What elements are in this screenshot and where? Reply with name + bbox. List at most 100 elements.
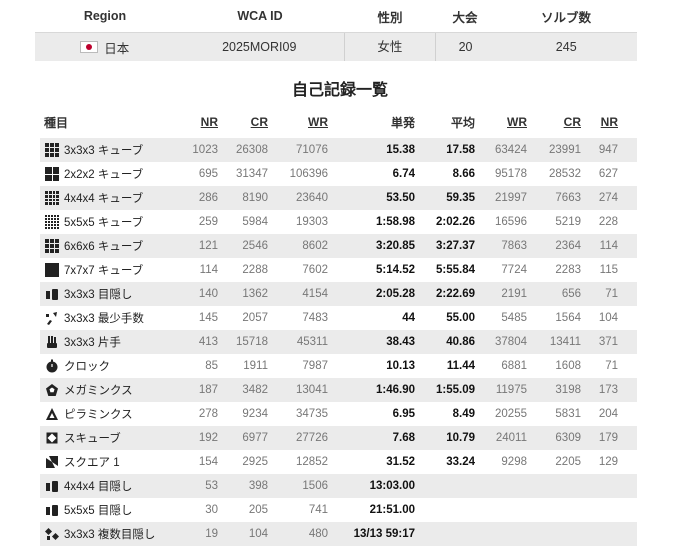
event-cell[interactable]: メガミンクス bbox=[40, 382, 188, 398]
skewb-icon bbox=[44, 430, 60, 446]
event-name[interactable]: 3x3x3 キューブ bbox=[64, 142, 143, 158]
event-cell[interactable]: 3x3x3 最少手数 bbox=[40, 310, 188, 326]
event-name[interactable]: 3x3x3 複数目隠し bbox=[64, 526, 155, 542]
event-cell[interactable]: スクエア 1 bbox=[40, 454, 188, 470]
average-nr-header[interactable]: NR bbox=[581, 115, 624, 129]
single-result[interactable]: 53.50 bbox=[328, 192, 415, 204]
average-nr-rank: 115 bbox=[599, 264, 618, 276]
single-nr-rank: 278 bbox=[198, 408, 218, 420]
single-cr-rank: 1362 bbox=[242, 288, 268, 300]
single-result[interactable]: 7.68 bbox=[328, 432, 415, 444]
event-name[interactable]: 6x6x6 キューブ bbox=[64, 238, 143, 254]
one-handed-icon bbox=[44, 334, 60, 350]
event-name[interactable]: スクエア 1 bbox=[64, 454, 120, 470]
event-cell[interactable]: 3x3x3 キューブ bbox=[40, 142, 188, 158]
single-result[interactable]: 3:20.85 bbox=[328, 240, 415, 252]
average-nr-rank: 274 bbox=[598, 192, 618, 204]
event-name[interactable]: 4x4x4 キューブ bbox=[64, 190, 143, 206]
event-cell[interactable]: 2x2x2 キューブ bbox=[40, 166, 188, 182]
average-nr-rank: 947 bbox=[598, 144, 618, 156]
single-result[interactable]: 1:58.98 bbox=[328, 216, 415, 228]
event-name[interactable]: 5x5x5 キューブ bbox=[64, 214, 143, 230]
average-result[interactable]: 1:55.09 bbox=[415, 384, 475, 396]
single-result[interactable]: 2:05.28 bbox=[328, 288, 415, 300]
event-cell[interactable]: 3x3x3 複数目隠し bbox=[40, 526, 188, 542]
blindfolded-5x5-icon bbox=[44, 502, 60, 518]
average-cr-rank: 28532 bbox=[549, 168, 581, 180]
pyraminx-icon bbox=[44, 406, 60, 422]
event-name[interactable]: ピラミンクス bbox=[64, 406, 133, 422]
average-nr-rank: 173 bbox=[598, 384, 618, 396]
single-result[interactable]: 10.13 bbox=[328, 360, 415, 372]
single-result[interactable]: 38.43 bbox=[328, 336, 415, 348]
average-result[interactable]: 55.00 bbox=[415, 312, 475, 324]
single-wr-header[interactable]: WR bbox=[268, 115, 328, 129]
event-name[interactable]: 2x2x2 キューブ bbox=[64, 166, 143, 182]
single-cr-header[interactable]: CR bbox=[218, 115, 268, 129]
single-wr-rank: 23640 bbox=[296, 192, 328, 204]
event-name[interactable]: メガミンクス bbox=[64, 382, 133, 398]
average-result[interactable]: 33.24 bbox=[415, 456, 475, 468]
event-name[interactable]: 7x7x7 キューブ bbox=[64, 262, 143, 278]
single-nr-rank: 145 bbox=[198, 312, 218, 324]
average-result[interactable]: 3:27.37 bbox=[415, 240, 475, 252]
average-result[interactable]: 8.66 bbox=[415, 168, 475, 180]
event-name[interactable]: 4x4x4 目隠し bbox=[64, 478, 132, 494]
event-cell[interactable]: 6x6x6 キューブ bbox=[40, 238, 188, 254]
average-result[interactable]: 2:22.69 bbox=[415, 288, 475, 300]
single-cr-rank: 9234 bbox=[242, 408, 268, 420]
single-result[interactable]: 1:46.90 bbox=[328, 384, 415, 396]
single-wr-rank: 19303 bbox=[296, 216, 328, 228]
megaminx-icon bbox=[44, 382, 60, 398]
average-cr-header[interactable]: CR bbox=[527, 115, 581, 129]
event-cell[interactable]: ピラミンクス bbox=[40, 406, 188, 422]
single-result[interactable]: 13:03.00 bbox=[328, 480, 415, 492]
single-result[interactable]: 5:14.52 bbox=[328, 264, 415, 276]
event-header: 種目 bbox=[44, 115, 69, 130]
record-row: 2x2x2 キューブ 695 31347 106396 6.74 8.66 95178 285… bbox=[40, 162, 637, 186]
single-result[interactable]: 21:51.00 bbox=[328, 504, 415, 516]
event-name[interactable]: 5x5x5 目隠し bbox=[64, 502, 132, 518]
event-cell[interactable]: 5x5x5 キューブ bbox=[40, 214, 188, 230]
event-cell[interactable]: 4x4x4 キューブ bbox=[40, 190, 188, 206]
single-result[interactable]: 15.38 bbox=[328, 144, 415, 156]
single-result[interactable]: 6.74 bbox=[328, 168, 415, 180]
event-cell[interactable]: 4x4x4 目隠し bbox=[40, 478, 188, 494]
event-cell[interactable]: 5x5x5 目隠し bbox=[40, 502, 188, 518]
event-cell[interactable]: 7x7x7 キューブ bbox=[40, 262, 188, 278]
event-cell[interactable]: クロック bbox=[40, 358, 188, 374]
event-name[interactable]: 3x3x3 目隠し bbox=[64, 286, 132, 302]
single-cr-rank: 1911 bbox=[243, 360, 268, 372]
average-result[interactable]: 40.86 bbox=[415, 336, 475, 348]
event-name[interactable]: クロック bbox=[64, 358, 110, 374]
average-result[interactable]: 5:55.84 bbox=[415, 264, 475, 276]
event-cell[interactable]: スキューブ bbox=[40, 430, 188, 446]
average-cr-rank: 2283 bbox=[555, 264, 581, 276]
average-result[interactable]: 10.79 bbox=[415, 432, 475, 444]
average-result[interactable]: 17.58 bbox=[415, 144, 475, 156]
average-nr-rank: 104 bbox=[598, 312, 618, 324]
single-result[interactable]: 44 bbox=[328, 312, 415, 324]
record-row: 6x6x6 キューブ 121 2546 8602 3:20.85 3:27.37 7863 2… bbox=[40, 234, 637, 258]
cube-2x2-icon bbox=[44, 166, 60, 182]
single-wr-rank: 13041 bbox=[296, 384, 328, 396]
event-cell[interactable]: 3x3x3 片手 bbox=[40, 334, 188, 350]
average-nr-rank: 129 bbox=[598, 456, 618, 468]
average-result[interactable]: 8.49 bbox=[415, 408, 475, 420]
single-nr-rank: 695 bbox=[198, 168, 218, 180]
event-name[interactable]: 3x3x3 片手 bbox=[64, 334, 121, 350]
event-cell[interactable]: 3x3x3 目隠し bbox=[40, 286, 188, 302]
average-wr-header[interactable]: WR bbox=[475, 115, 527, 129]
event-name[interactable]: 3x3x3 最少手数 bbox=[64, 310, 144, 326]
average-wr-rank: 95178 bbox=[495, 168, 527, 180]
record-row: 4x4x4 目隠し 53 398 1506 13:03.00 bbox=[40, 474, 637, 498]
average-result[interactable]: 11.44 bbox=[415, 360, 475, 372]
average-result[interactable]: 59.35 bbox=[415, 192, 475, 204]
single-nr-header[interactable]: NR bbox=[188, 115, 218, 129]
single-result[interactable]: 6.95 bbox=[328, 408, 415, 420]
multi-blind-icon bbox=[44, 526, 60, 542]
average-result[interactable]: 2:02.26 bbox=[415, 216, 475, 228]
single-result[interactable]: 31.52 bbox=[328, 456, 415, 468]
single-result[interactable]: 13/13 59:17 bbox=[328, 528, 415, 540]
event-name[interactable]: スキューブ bbox=[64, 430, 121, 446]
